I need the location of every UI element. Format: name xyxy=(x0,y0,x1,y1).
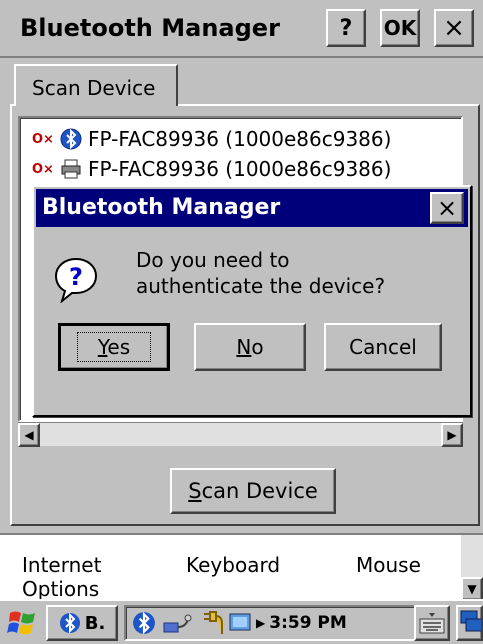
power-plug-icon[interactable] xyxy=(200,610,226,636)
keyboard-icon[interactable] xyxy=(414,605,450,641)
horizontal-scrollbar[interactable]: ◀ ▶ xyxy=(18,422,463,447)
dialog-message: Do you need to authenticate the device? xyxy=(136,247,456,299)
close-button[interactable]: × xyxy=(434,9,474,47)
vertical-scrollbar[interactable]: ▼ xyxy=(461,535,483,599)
scroll-right-icon[interactable]: ▶ xyxy=(441,423,463,447)
ok-button[interactable]: OK xyxy=(380,9,420,47)
list-item[interactable]: O⨯ FP-FAC89936 (1000e86c9386) xyxy=(32,154,391,184)
dialog-title: Bluetooth Manager xyxy=(42,195,281,220)
dialog-close-button[interactable]: × xyxy=(430,192,464,224)
scan-button-accel: S xyxy=(188,479,202,503)
desktop-icon[interactable] xyxy=(456,605,483,641)
taskbar-bluetooth-button[interactable]: B. xyxy=(46,605,118,641)
device-name: FP-FAC89936 (1000e86c9386) xyxy=(88,127,392,151)
cp-item-mouse[interactable]: Mouse xyxy=(356,553,421,577)
dialog-message-line1: Do you need to xyxy=(136,248,290,272)
network-icon[interactable] xyxy=(162,611,192,635)
key-icon: O⨯ xyxy=(32,161,54,177)
yes-button[interactable]: Yes xyxy=(58,323,170,371)
app-title: Bluetooth Manager xyxy=(20,14,280,42)
list-item[interactable]: O⨯ FP-FAC89936 (1000e86c9386) xyxy=(32,124,391,154)
scroll-down-icon[interactable]: ▼ xyxy=(461,577,483,599)
taskbar: B. ▶ 3:59 PM xyxy=(0,599,483,644)
yes-label: es xyxy=(107,335,131,359)
svg-text:?: ? xyxy=(69,263,83,291)
cp-item-keyboard[interactable]: Keyboard xyxy=(186,553,280,577)
system-tray: ▶ 3:59 PM xyxy=(124,605,444,641)
control-panel-list: Internet Options Keyboard Mouse ▼ xyxy=(0,533,483,599)
cp-item-internet-options[interactable]: Internet Options xyxy=(22,553,132,599)
scroll-left-icon[interactable]: ◀ xyxy=(18,423,40,447)
no-accel: N xyxy=(236,335,252,359)
display-icon[interactable] xyxy=(228,611,252,635)
tray-bluetooth-icon[interactable] xyxy=(132,611,156,635)
no-button[interactable]: No xyxy=(194,323,306,371)
taskbar-task-label: B. xyxy=(84,612,106,634)
question-icon: ? xyxy=(54,257,98,303)
yes-accel: Y xyxy=(97,335,108,359)
tab-scan-device[interactable]: Scan Device xyxy=(14,64,178,106)
clock: 3:59 PM xyxy=(269,613,347,633)
dialog-title-bar: Bluetooth Manager × xyxy=(36,189,468,227)
dialog-message-line2: authenticate the device? xyxy=(136,274,386,298)
printer-icon xyxy=(58,158,82,180)
scan-button-label: can Device xyxy=(201,479,318,503)
title-bar: Bluetooth Manager ? OK × xyxy=(0,0,483,58)
bluetooth-globe-icon xyxy=(58,128,82,150)
key-icon: O⨯ xyxy=(32,131,54,147)
no-label: o xyxy=(251,335,264,359)
help-button[interactable]: ? xyxy=(326,9,366,47)
confirm-dialog: Bluetooth Manager × ? Do you need to aut… xyxy=(32,185,472,417)
tray-expand-icon[interactable]: ▶ xyxy=(256,616,265,630)
bluetooth-icon xyxy=(59,612,80,634)
scan-device-button[interactable]: Scan Device xyxy=(170,468,336,514)
start-icon[interactable] xyxy=(6,607,40,639)
cancel-button[interactable]: Cancel xyxy=(324,323,442,371)
device-name: FP-FAC89936 (1000e86c9386) xyxy=(88,157,392,181)
